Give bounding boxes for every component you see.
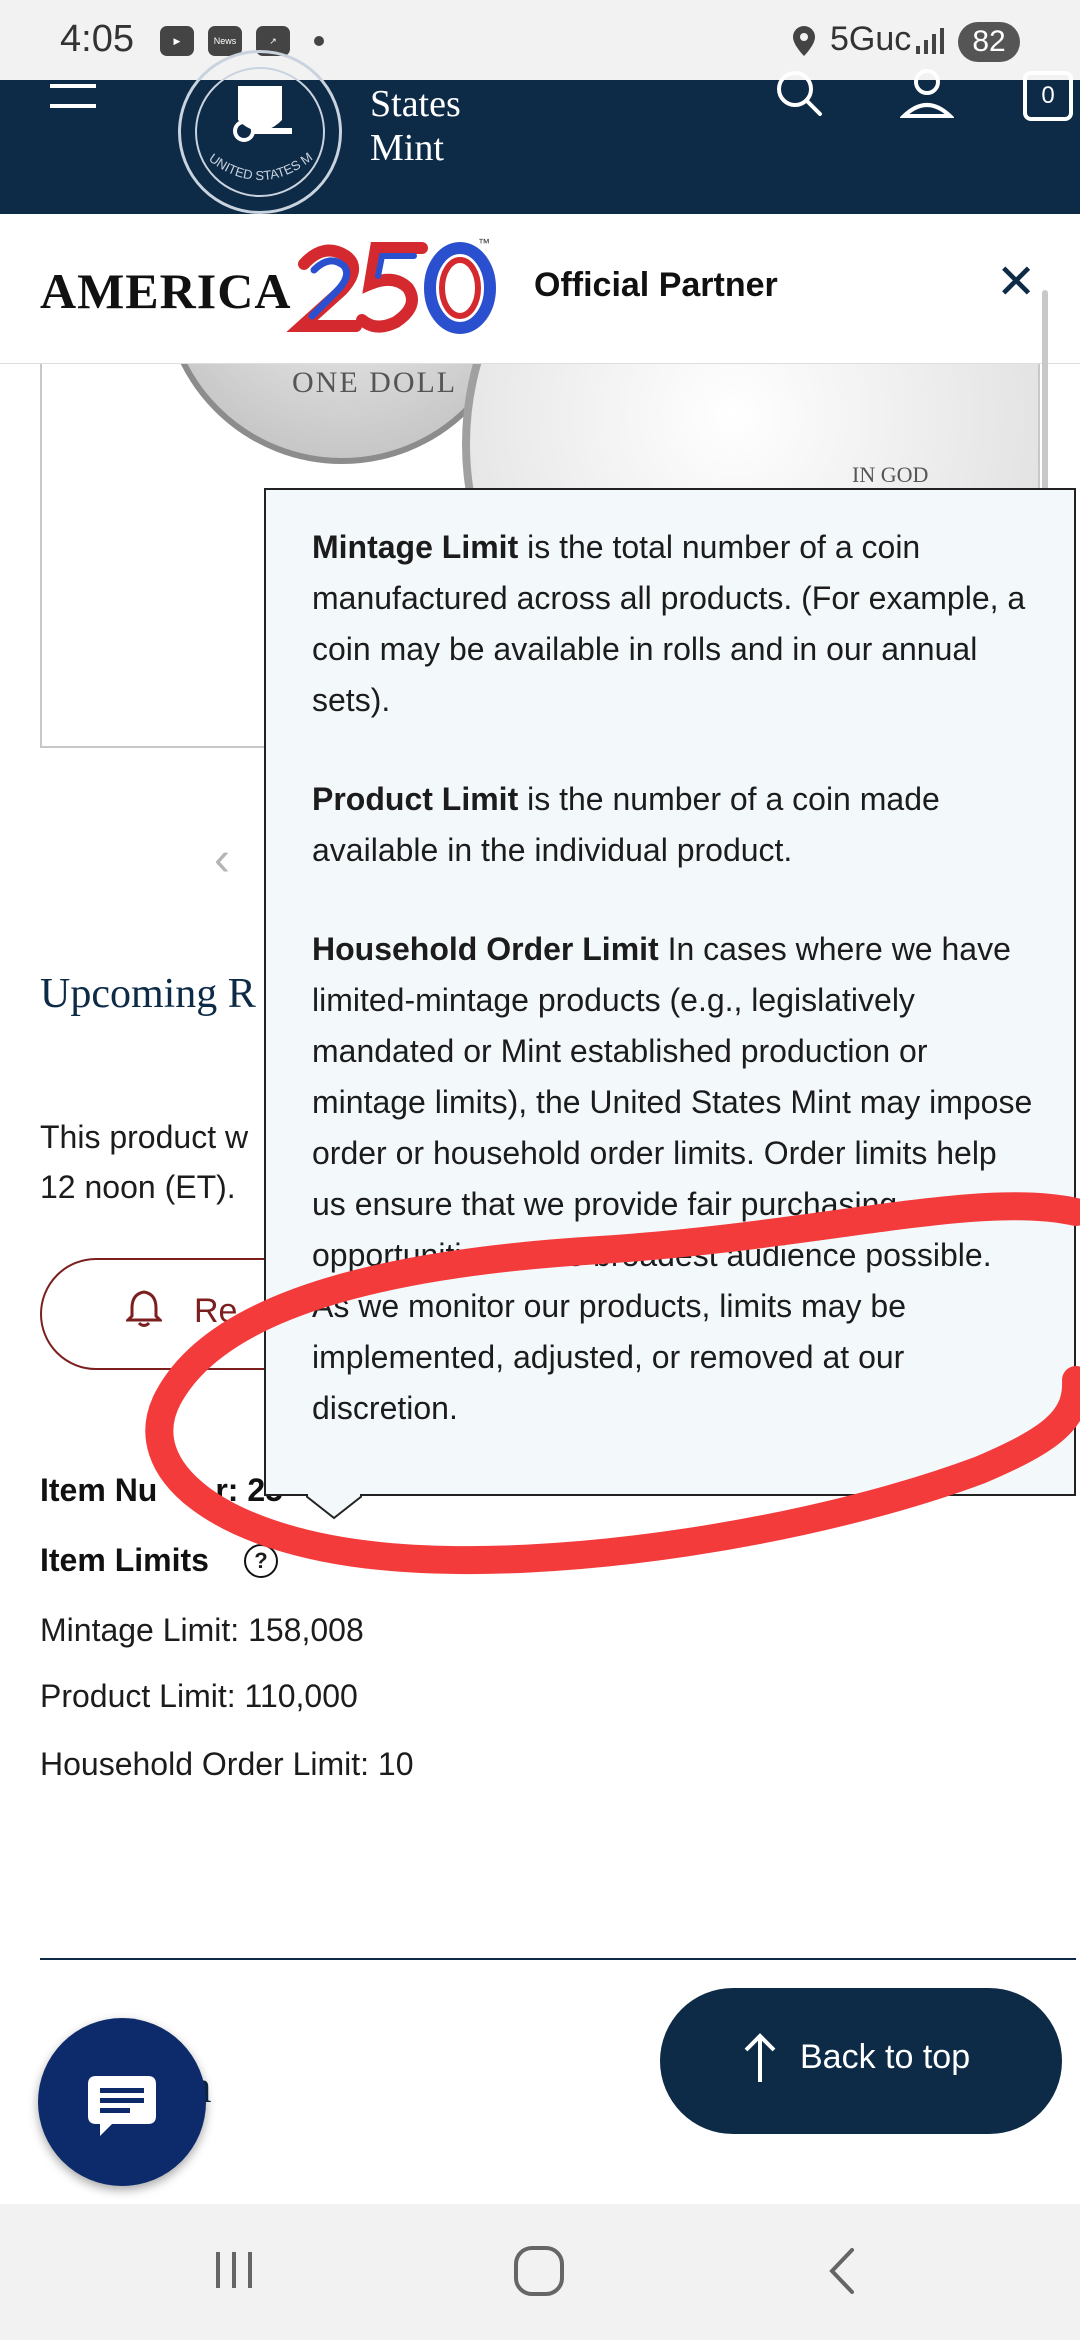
section-divider xyxy=(40,1958,1076,1960)
back-to-top-button[interactable]: Back to top xyxy=(660,1988,1062,2134)
release-info-text: This product w 12 noon (ET). xyxy=(40,1119,249,1205)
official-partner-label: Official Partner xyxy=(534,266,778,304)
menu-icon[interactable] xyxy=(50,80,96,119)
tooltip-household-limit: Household Order Limit In cases where we … xyxy=(312,924,1036,1434)
carousel-prev-icon[interactable]: ‹ xyxy=(214,832,230,887)
tooltip-term: Mintage Limit xyxy=(312,529,519,565)
arrow-up-icon xyxy=(742,2032,778,2089)
site-header: UNITED STATES MINT States Mint 0 xyxy=(0,50,1080,214)
status-time: 4:05 xyxy=(60,18,134,60)
tooltip-text: In cases where we have limited-mintage p… xyxy=(312,931,1033,1426)
logo-text-line1: States xyxy=(370,83,461,125)
back-icon[interactable] xyxy=(822,2244,862,2303)
coin1-inscription: ONE DOLL xyxy=(292,366,458,399)
america250-logo: 250 xyxy=(284,234,500,349)
mint-seal-logo[interactable]: UNITED STATES MINT xyxy=(178,50,342,214)
bell-icon xyxy=(124,1288,164,1338)
item-limits-tooltip: Mintage Limit is the total number of a c… xyxy=(264,488,1076,1496)
location-icon xyxy=(790,24,818,63)
tooltip-term: Household Order Limit xyxy=(312,931,659,967)
network-type: 5Guc xyxy=(830,20,912,58)
household-limit-line: Household Order Limit: 10 xyxy=(40,1746,414,1782)
item-limits-heading: Item Limits xyxy=(40,1542,209,1578)
info-icon[interactable]: ? xyxy=(244,1544,278,1578)
cart-icon[interactable]: 0 xyxy=(1022,70,1074,127)
item-number-label: Item Nu xyxy=(40,1472,158,1508)
upcoming-release-heading: Upcoming R xyxy=(40,971,256,1017)
trademark-mark: ™ xyxy=(478,236,490,250)
mintage-limit-line: Mintage Limit: 158,008 xyxy=(40,1612,364,1648)
america-wordmark: AMERICA xyxy=(40,263,292,319)
page-scrollbar[interactable] xyxy=(1042,290,1048,490)
logo-text-line2: Mint xyxy=(370,127,444,169)
search-icon[interactable] xyxy=(774,68,824,123)
cart-count: 0 xyxy=(1041,82,1055,109)
recent-apps-icon[interactable] xyxy=(210,2244,260,2299)
notification-dot-icon xyxy=(314,36,324,46)
america250-banner: AMERICA 250 ™ Official Partner ✕ xyxy=(0,214,1080,364)
signal-icon xyxy=(914,26,950,61)
tooltip-caret xyxy=(306,1490,362,1520)
coin2-inscription: IN GOD xyxy=(852,462,929,487)
home-icon[interactable] xyxy=(512,2244,566,2303)
tooltip-product-limit: Product Limit is the number of a coin ma… xyxy=(312,774,1036,876)
chat-button[interactable] xyxy=(38,2018,206,2186)
system-navigation-bar xyxy=(0,2204,1080,2340)
tooltip-mintage-limit: Mintage Limit is the total number of a c… xyxy=(312,522,1036,726)
item-number: Item Nu r: 25 xyxy=(40,1472,283,1509)
battery-level: 82 xyxy=(958,22,1020,62)
chat-icon xyxy=(88,2076,156,2136)
account-icon[interactable] xyxy=(899,66,955,125)
product-limit-line: Product Limit: 110,000 xyxy=(40,1678,358,1714)
remind-me-label: Re xyxy=(194,1292,238,1330)
tooltip-term: Product Limit xyxy=(312,781,519,817)
mint-wordmark[interactable]: States Mint xyxy=(370,82,461,170)
banner-close-button[interactable]: ✕ xyxy=(996,254,1036,310)
back-to-top-label: Back to top xyxy=(800,2038,971,2076)
